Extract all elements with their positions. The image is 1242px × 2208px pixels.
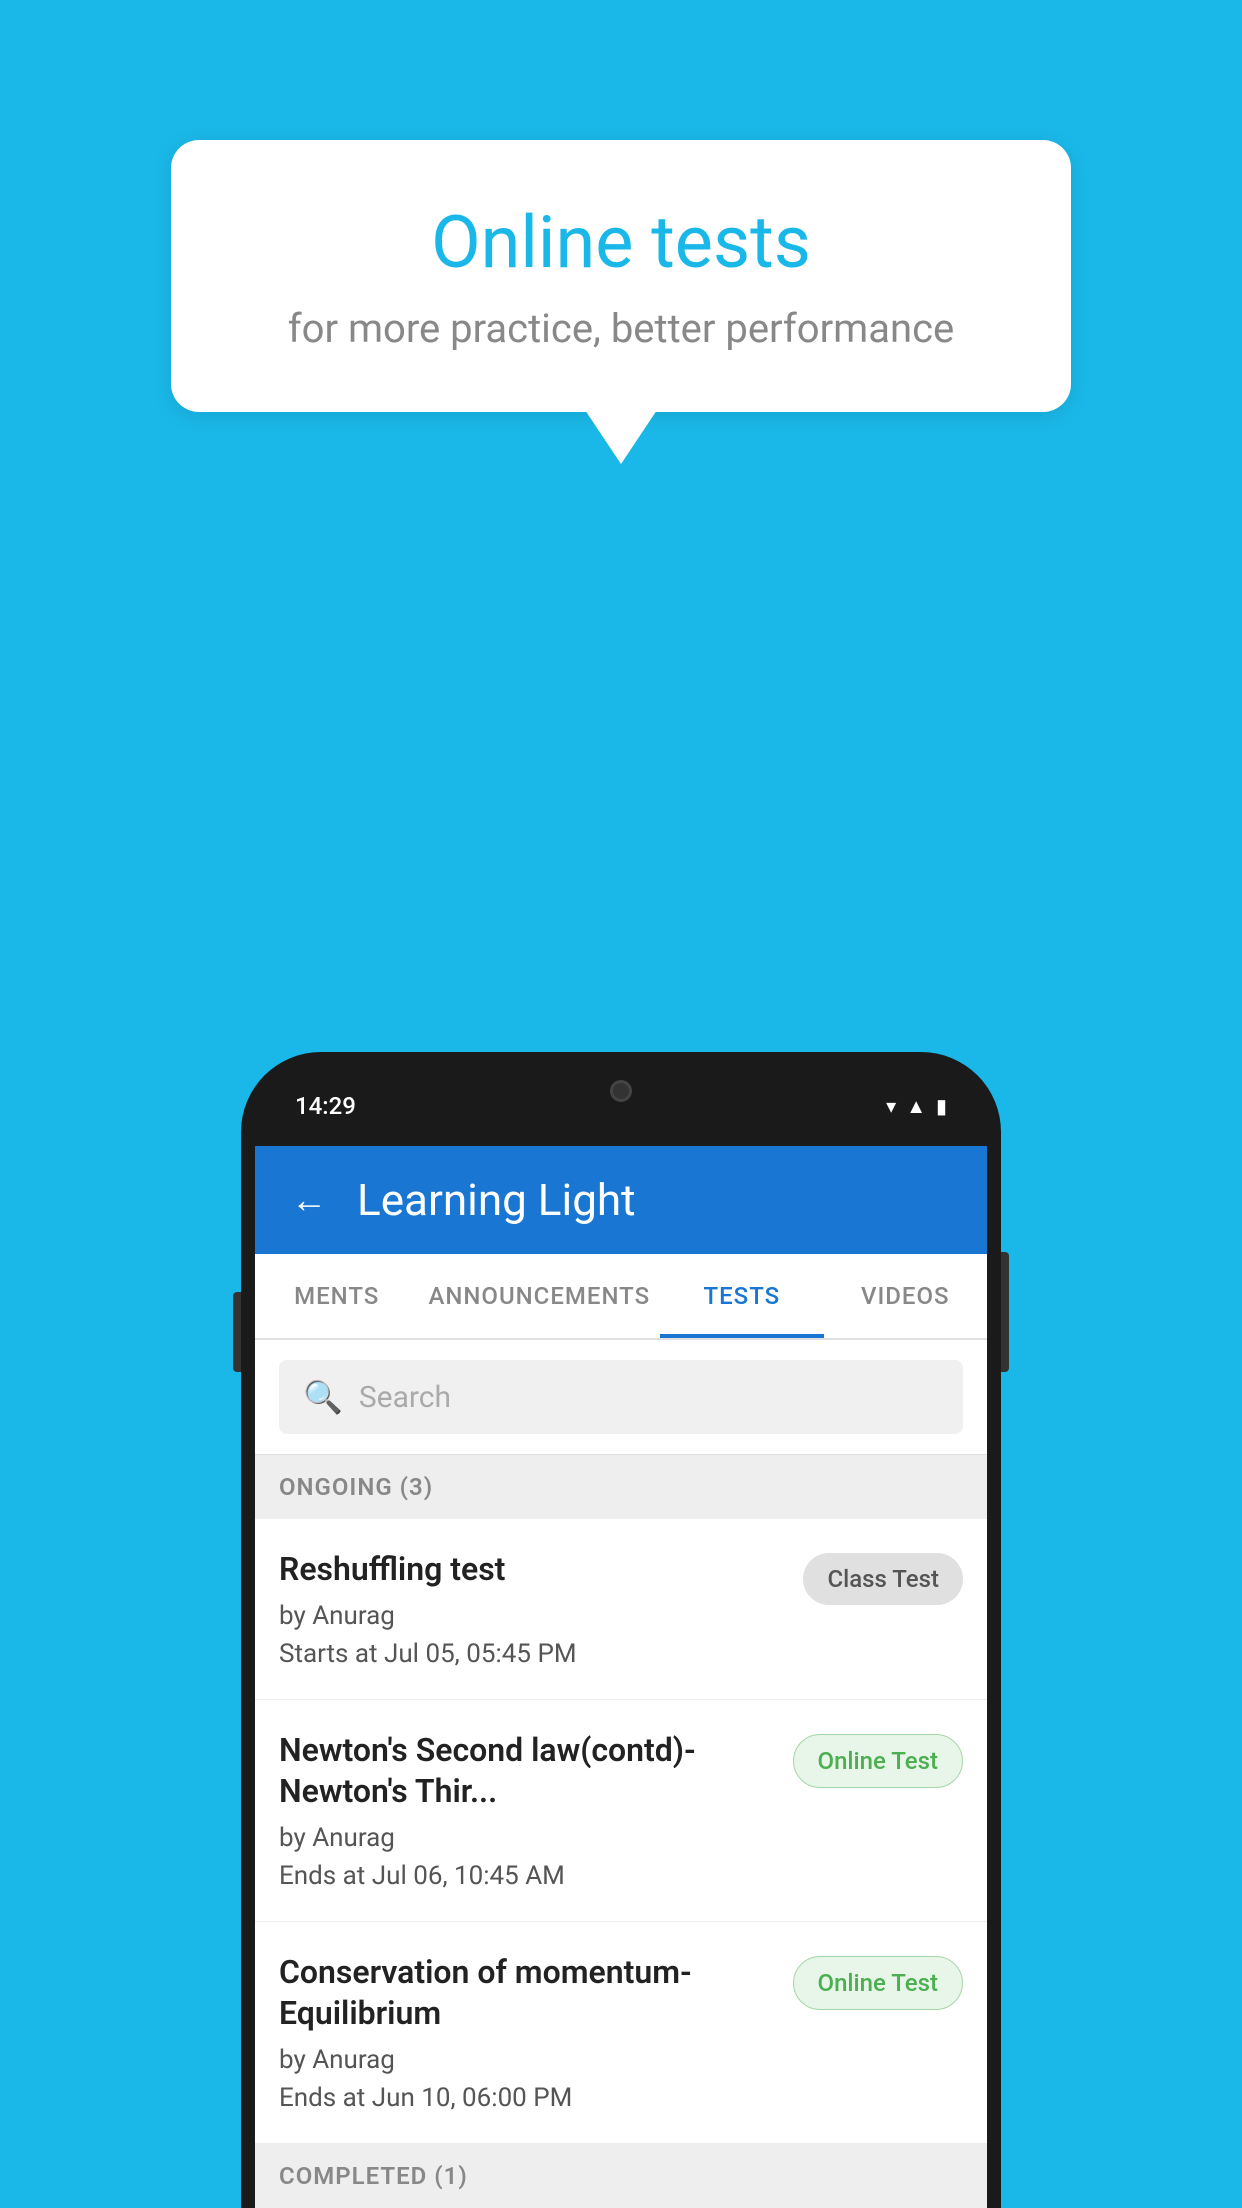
test-content-3: Conservation of momentum-Equilibrium by … <box>279 1952 773 2113</box>
test-author-1: by Anurag <box>279 1601 783 1631</box>
status-time: 14:29 <box>295 1092 356 1120</box>
speech-bubble-title: Online tests <box>251 200 991 285</box>
ongoing-section-label: ONGOING (3) <box>279 1473 433 1501</box>
phone-frame: 14:29 ▾ ▲ ▮ ← Learning Light MENTS ANNOU… <box>241 1052 1001 2208</box>
status-bar: 14:29 ▾ ▲ ▮ <box>255 1066 987 1146</box>
search-container: 🔍 Search <box>255 1340 987 1455</box>
test-date-3: Ends at Jun 10, 06:00 PM <box>279 2083 773 2113</box>
test-badge-1: Class Test <box>803 1553 963 1605</box>
tab-tests[interactable]: TESTS <box>660 1254 823 1338</box>
phone-side-button-right <box>1001 1252 1009 1372</box>
battery-icon: ▮ <box>936 1094 947 1118</box>
tab-ments[interactable]: MENTS <box>255 1254 418 1338</box>
test-item-reshuffling[interactable]: Reshuffling test by Anurag Starts at Jul… <box>255 1519 987 1700</box>
test-item-conservation[interactable]: Conservation of momentum-Equilibrium by … <box>255 1922 987 2144</box>
test-content-1: Reshuffling test by Anurag Starts at Jul… <box>279 1549 783 1669</box>
phone-screen: ← Learning Light MENTS ANNOUNCEMENTS TES… <box>255 1146 987 2208</box>
search-input[interactable]: 🔍 Search <box>279 1360 963 1434</box>
test-content-2: Newton's Second law(contd)-Newton's Thir… <box>279 1730 773 1891</box>
phone-notch <box>521 1066 721 1116</box>
search-icon: 🔍 <box>303 1378 343 1416</box>
test-date-2: Ends at Jul 06, 10:45 AM <box>279 1861 773 1891</box>
front-camera <box>610 1080 632 1102</box>
phone-mockup: 14:29 ▾ ▲ ▮ ← Learning Light MENTS ANNOU… <box>241 1052 1001 2208</box>
completed-section-header: COMPLETED (1) <box>255 2144 987 2208</box>
test-item-newtons[interactable]: Newton's Second law(contd)-Newton's Thir… <box>255 1700 987 1922</box>
test-title-3: Conservation of momentum-Equilibrium <box>279 1952 773 2035</box>
search-placeholder-text: Search <box>359 1380 451 1415</box>
speech-bubble-container: Online tests for more practice, better p… <box>171 140 1071 412</box>
app-header: ← Learning Light <box>255 1146 987 1254</box>
tab-announcements[interactable]: ANNOUNCEMENTS <box>418 1254 660 1338</box>
test-badge-3: Online Test <box>793 1956 963 2010</box>
status-icons: ▾ ▲ ▮ <box>886 1094 947 1119</box>
test-author-2: by Anurag <box>279 1823 773 1853</box>
tests-list: Reshuffling test by Anurag Starts at Jul… <box>255 1519 987 2144</box>
ongoing-section-header: ONGOING (3) <box>255 1455 987 1519</box>
completed-section-label: COMPLETED (1) <box>279 2162 468 2190</box>
test-title-2: Newton's Second law(contd)-Newton's Thir… <box>279 1730 773 1813</box>
test-author-3: by Anurag <box>279 2045 773 2075</box>
signal-icon: ▲ <box>906 1094 926 1119</box>
test-title-1: Reshuffling test <box>279 1549 783 1591</box>
tab-videos[interactable]: VIDEOS <box>824 1254 987 1338</box>
wifi-icon: ▾ <box>886 1094 896 1118</box>
test-date-1: Starts at Jul 05, 05:45 PM <box>279 1639 783 1669</box>
speech-bubble-subtitle: for more practice, better performance <box>251 305 991 352</box>
speech-bubble: Online tests for more practice, better p… <box>171 140 1071 412</box>
test-badge-2: Online Test <box>793 1734 963 1788</box>
app-title: Learning Light <box>357 1174 636 1226</box>
tabs-bar: MENTS ANNOUNCEMENTS TESTS VIDEOS <box>255 1254 987 1340</box>
back-button[interactable]: ← <box>291 1179 327 1221</box>
phone-side-button-left <box>233 1292 241 1372</box>
